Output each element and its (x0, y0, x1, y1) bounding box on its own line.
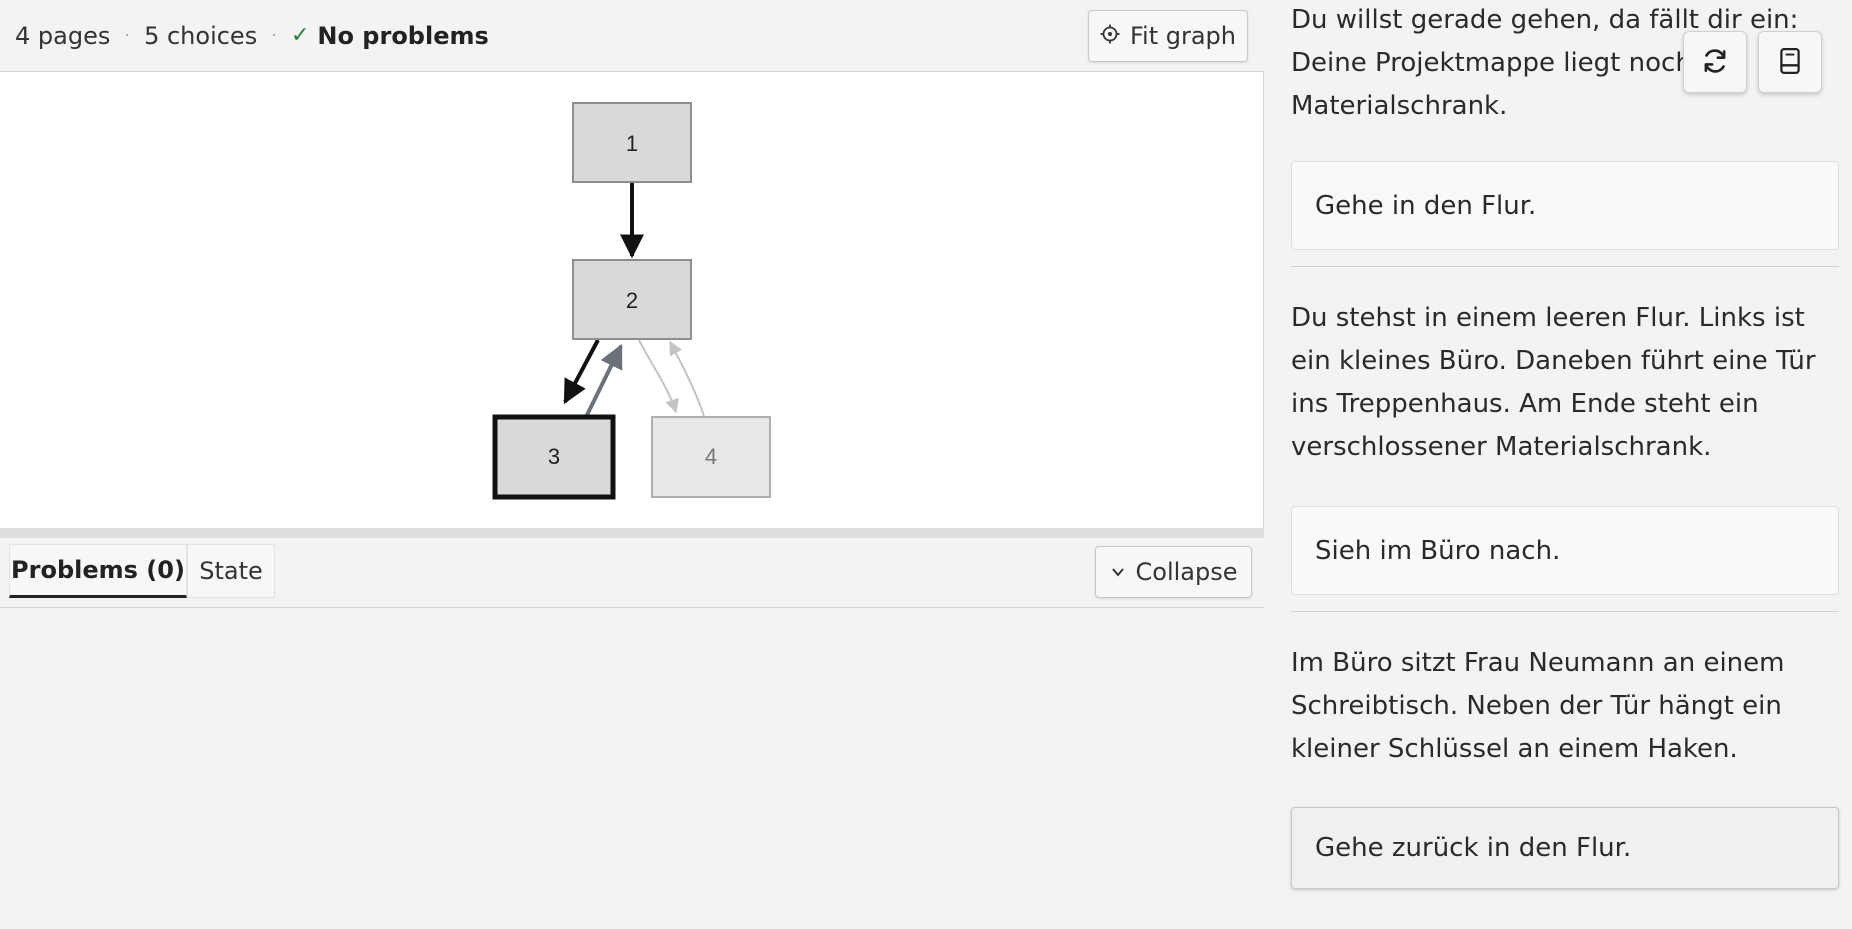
page-count: 4 pages (15, 21, 111, 50)
graph-node-4[interactable]: 4 (651, 416, 771, 498)
graph-edge-2-4 (638, 339, 679, 414)
book-button[interactable] (1758, 31, 1822, 93)
story-preview-pane: Du willst gerade gehen, da fällt dir ein… (1276, 0, 1852, 929)
graph-node-label: 3 (548, 444, 560, 469)
choice-count: 5 choices (144, 21, 258, 50)
status-separator: · (124, 25, 131, 46)
choice-link[interactable]: Gehe in den Flur. (1291, 161, 1839, 250)
collapse-button[interactable]: Collapse (1095, 546, 1252, 598)
tab-state[interactable]: State (187, 544, 275, 598)
graph-edge-4-2 (669, 340, 705, 417)
book-icon (1777, 47, 1803, 78)
story-graph[interactable]: 1 2 3 4 (0, 72, 1264, 528)
passage-text: Im Büro sitzt Frau Neumann an einem Schr… (1291, 648, 1785, 764)
choice-link[interactable]: Sieh im Büro nach. (1291, 506, 1839, 595)
bottom-tab-bar: Problems (0) State (0, 538, 1264, 608)
graph-node-label: 1 (626, 131, 638, 156)
graph-node-1[interactable]: 1 (572, 102, 692, 183)
restart-button[interactable] (1683, 31, 1747, 93)
chevron-down-icon (1110, 558, 1126, 586)
fit-graph-label: Fit graph (1129, 22, 1237, 50)
refresh-icon (1700, 46, 1730, 79)
tab-problems[interactable]: Problems (0) (9, 544, 187, 598)
app-root: 4 pages · 5 choices · ✓ No problems Fit … (0, 0, 1852, 929)
graph-edge-2-3 (563, 339, 600, 405)
graph-node-3-current[interactable]: 3 (492, 414, 616, 500)
graph-node-label: 4 (705, 444, 717, 469)
passage-text: Du stehst in einem leeren Flur. Links is… (1291, 303, 1816, 462)
graph-node-label: 2 (626, 288, 638, 313)
fit-graph-button[interactable]: Fit graph (1088, 10, 1248, 62)
passage-divider (1291, 611, 1839, 612)
problems-status: No problems (317, 21, 489, 50)
status-bar: 4 pages · 5 choices · ✓ No problems (0, 0, 1264, 72)
story-graph-svg: 1 2 3 4 (492, 102, 771, 500)
passage-divider (1291, 266, 1839, 267)
editor-pane: 4 pages · 5 choices · ✓ No problems Fit … (0, 0, 1264, 929)
crosshair-icon (1100, 22, 1120, 50)
pane-resize-handle[interactable] (0, 528, 1264, 538)
problems-panel (0, 608, 1264, 929)
status-separator: · (271, 25, 277, 46)
collapse-label: Collapse (1135, 558, 1238, 586)
graph-node-2[interactable]: 2 (572, 259, 692, 340)
choice-link-selected[interactable]: Gehe zurück in den Flur. (1291, 807, 1839, 889)
check-icon: ✓ (290, 23, 310, 48)
